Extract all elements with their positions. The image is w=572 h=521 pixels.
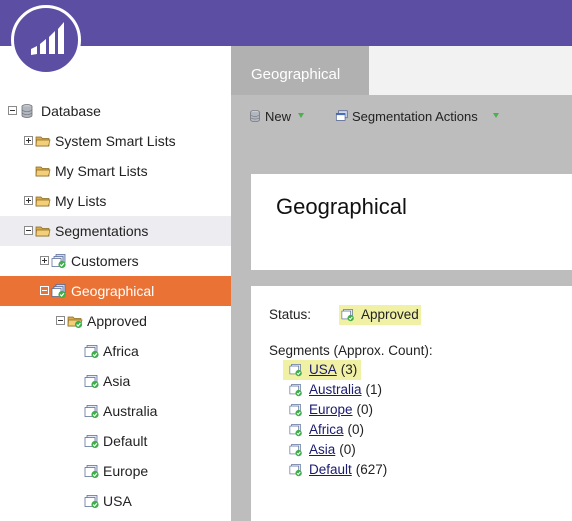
segment-count: (627) [355, 462, 388, 477]
folder-icon [35, 196, 51, 207]
segment-name[interactable]: Default [309, 462, 352, 477]
segments-heading: Segments (Approx. Count): [269, 343, 433, 358]
segment-count: (0) [339, 442, 356, 457]
segmentation-actions-button[interactable]: Segmentation Actions [335, 109, 503, 125]
new-button-label: New [265, 109, 292, 124]
tree-item-label: Geographical [71, 283, 155, 299]
sidebar-tree: Database System Smart Lists My Smart Lis… [0, 46, 231, 521]
tree-item-label: System Smart Lists [55, 133, 176, 149]
tree-item-default[interactable]: Default [0, 426, 231, 456]
approved-icon [341, 309, 354, 322]
toolbar: New Segmentation Actions [231, 95, 572, 137]
segment-count: (3) [340, 362, 358, 377]
segment-link-europe[interactable]: Europe (0) [289, 400, 373, 420]
tree-item-label: My Lists [55, 193, 107, 209]
segment-icon [289, 404, 302, 417]
segment-count: (1) [365, 382, 383, 397]
expand-icon[interactable] [40, 256, 49, 265]
tree-item-label: My Smart Lists [55, 163, 148, 179]
tree-item-europe[interactable]: Europe [0, 456, 231, 486]
segment-name[interactable]: Europe [309, 402, 353, 417]
segment-name[interactable]: Africa [309, 422, 344, 437]
status-value: Approved [361, 307, 419, 322]
tree-item-label: USA [103, 493, 132, 509]
tree-item-my-lists[interactable]: My Lists [0, 186, 231, 216]
title-panel: Geographical [251, 174, 572, 270]
top-bar [0, 0, 572, 46]
tree-item-asia[interactable]: Asia [0, 366, 231, 396]
collapse-icon[interactable] [56, 316, 65, 325]
segment-link-australia[interactable]: Australia (1) [289, 380, 382, 400]
tree-item-database[interactable]: Database [0, 96, 231, 126]
segment-link-default[interactable]: Default (627) [289, 460, 387, 480]
tab-bar: Geographical [231, 46, 572, 95]
tree-item-australia[interactable]: Australia [0, 396, 231, 426]
segment-link-africa[interactable]: Africa (0) [289, 420, 364, 440]
dropdown-arrow-icon [493, 113, 499, 118]
collapse-icon[interactable] [8, 106, 17, 115]
tree-item-label: Approved [87, 313, 147, 329]
logo[interactable] [11, 5, 81, 75]
segment-icon [84, 435, 99, 449]
tree-item-label: Europe [103, 463, 149, 479]
page-title: Geographical [276, 194, 407, 219]
tree-item-geographical[interactable]: Geographical [0, 276, 231, 306]
segment-link-usa[interactable]: USA (3) [283, 360, 362, 380]
folder-icon [35, 166, 51, 177]
tree-item-label: Segmentations [55, 223, 149, 239]
new-button[interactable]: New [248, 109, 308, 125]
tree-item-label: Australia [103, 403, 158, 419]
segment-icon [289, 444, 302, 457]
tree-item-approved[interactable]: Approved [0, 306, 231, 336]
collapse-icon[interactable] [40, 286, 49, 295]
tab-geographical[interactable]: Geographical [231, 46, 369, 95]
segment-icon [84, 495, 99, 509]
folder-icon [35, 136, 51, 147]
segment-icon [289, 424, 302, 437]
segment-icon [84, 375, 99, 389]
dropdown-arrow-icon [298, 113, 304, 118]
segment-link-asia[interactable]: Asia (0) [289, 440, 356, 460]
status-badge: Approved [339, 305, 421, 325]
tree-item-system-smart-lists[interactable]: System Smart Lists [0, 126, 231, 156]
segment-icon [84, 345, 99, 359]
segment-icon [289, 364, 302, 377]
segment-name[interactable]: Asia [309, 442, 335, 457]
folder-icon [35, 226, 51, 237]
segment-icon [84, 405, 99, 419]
tree-item-label: Default [103, 433, 148, 449]
details-panel: Status: Approved Segments (Approx. Count… [251, 286, 572, 521]
segmentation-icon [51, 284, 66, 299]
segment-name[interactable]: USA [309, 362, 337, 377]
main-panel: Geographical New Segmentation Actions Ge… [231, 46, 572, 521]
tree-item-africa[interactable]: Africa [0, 336, 231, 366]
expand-icon[interactable] [24, 196, 33, 205]
database-icon [250, 109, 260, 123]
segment-name[interactable]: Australia [309, 382, 362, 397]
tree-item-label: Customers [71, 253, 139, 269]
segment-icon [289, 384, 302, 397]
status-label: Status: [269, 307, 312, 322]
tree-item-label: Africa [103, 343, 139, 359]
segment-icon [289, 464, 302, 477]
segmentation-actions-label: Segmentation Actions [352, 109, 478, 124]
tree-item-label: Asia [103, 373, 131, 389]
approved-folder-icon [67, 316, 83, 329]
segment-count: (0) [356, 402, 374, 417]
segment-icon [84, 465, 99, 479]
tree-item-my-smart-lists[interactable]: My Smart Lists [0, 156, 231, 186]
collapse-icon[interactable] [24, 226, 33, 235]
segment-count: (0) [347, 422, 365, 437]
tree-item-segmentations[interactable]: Segmentations [0, 216, 231, 246]
tree-item-label: Database [41, 103, 101, 119]
segmentation-icon [51, 254, 66, 269]
tree-item-customers[interactable]: Customers [0, 246, 231, 276]
marketo-bars-icon [31, 22, 64, 55]
database-icon [21, 104, 33, 118]
expand-icon[interactable] [24, 136, 33, 145]
tree-item-usa[interactable]: USA [0, 486, 231, 516]
segmentation-actions-icon [335, 110, 348, 121]
